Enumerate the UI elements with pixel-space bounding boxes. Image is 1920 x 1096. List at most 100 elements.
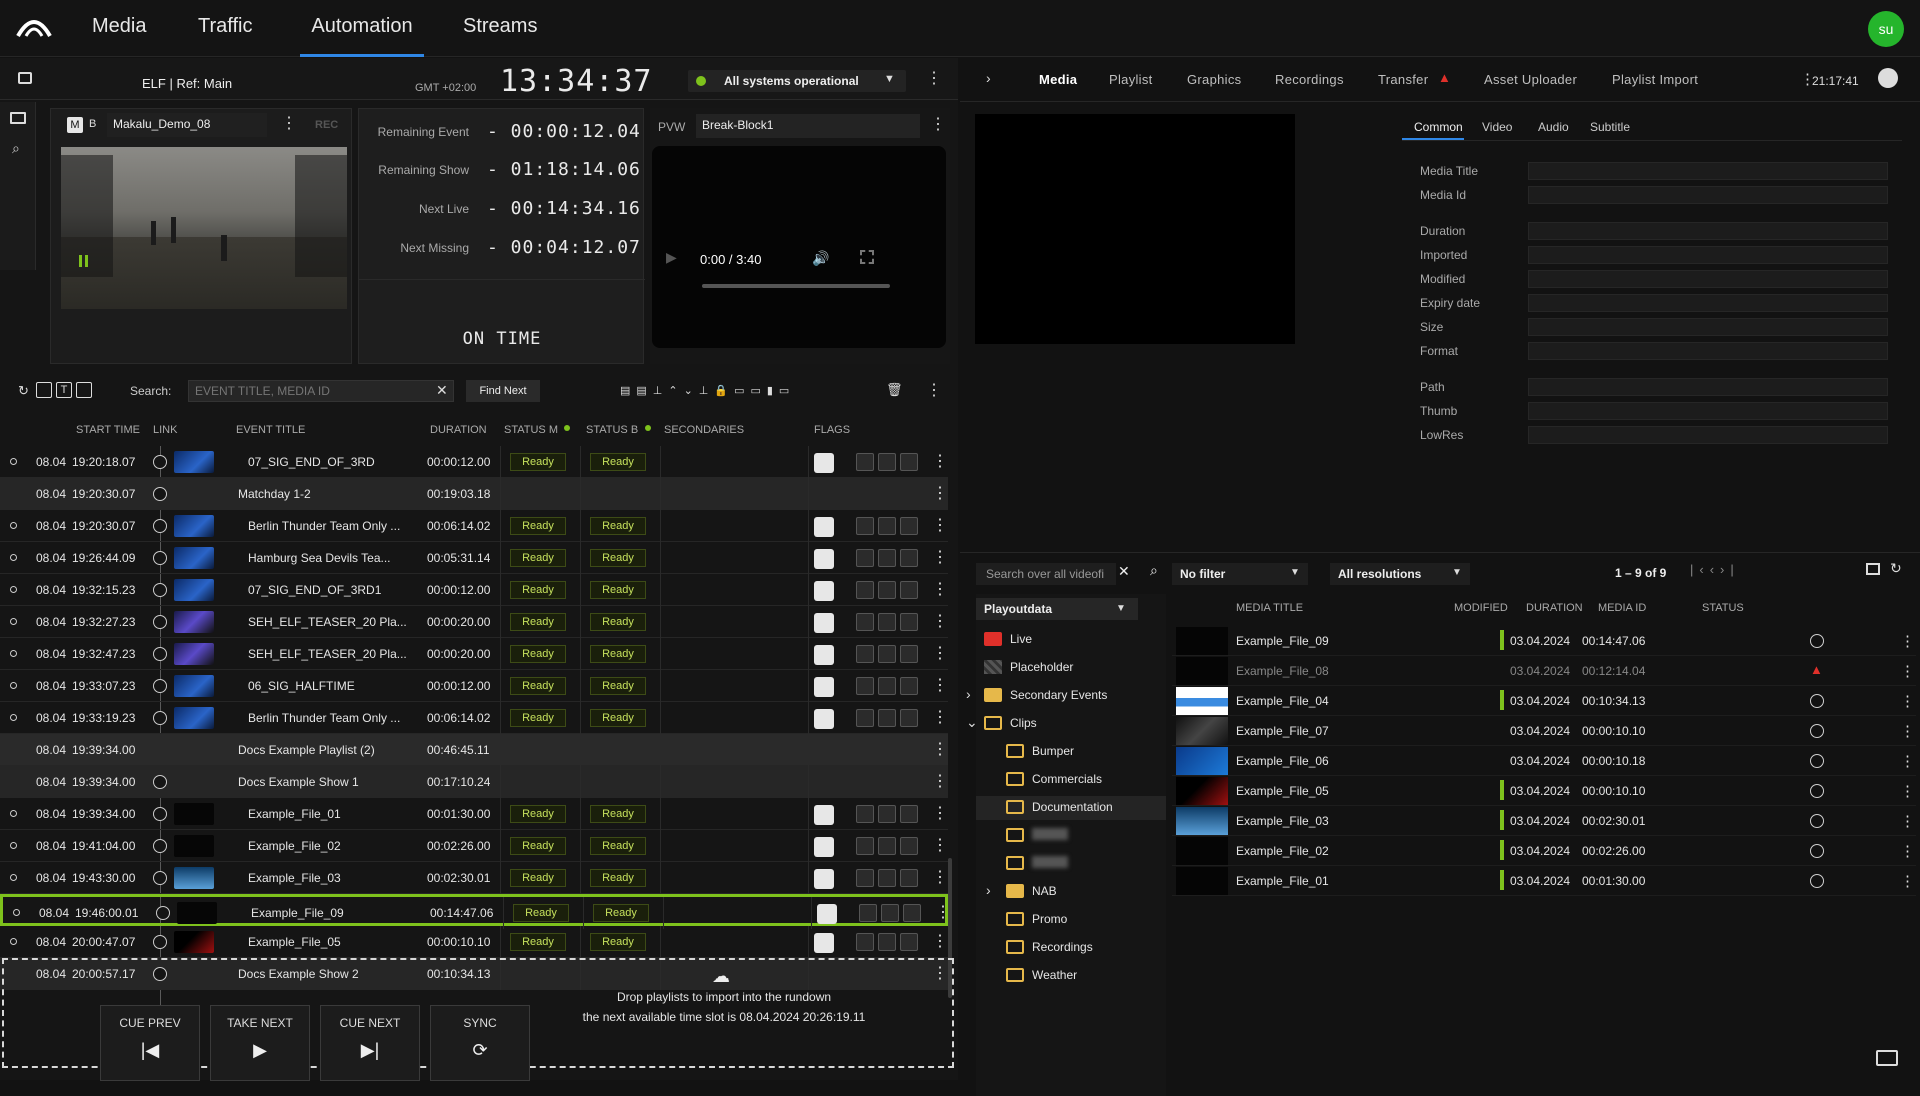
col-status[interactable]: STATUS	[1702, 602, 1744, 614]
search-icon[interactable]: ⌕	[12, 140, 20, 157]
row-menu-icon[interactable]: ⋮	[932, 638, 948, 670]
pager-nav-icons[interactable]: |‹‹›|	[1690, 562, 1740, 577]
loop-flag-icon[interactable]	[856, 613, 874, 631]
control-button-take-next[interactable]: TAKE NEXT ▶	[210, 1005, 310, 1081]
tree-item-hidden[interactable]	[976, 824, 1166, 848]
mute-flag-icon[interactable]	[900, 517, 918, 535]
comment-flag-icon[interactable]	[814, 677, 834, 697]
rundown-row[interactable]: 08.04 19:43:30.00 Example_File_03 00:02:30.…	[0, 862, 948, 894]
find-next-button[interactable]: Find Next	[466, 380, 540, 402]
row-menu-icon[interactable]: ⋮	[932, 702, 948, 734]
split-flag-icon[interactable]	[878, 837, 896, 855]
row-menu-icon[interactable]: ⋮	[932, 446, 948, 478]
text-filter-icon[interactable]: T	[56, 382, 72, 398]
monitor-icon[interactable]	[10, 112, 26, 124]
meta-field-thumb[interactable]	[1528, 402, 1888, 420]
row-menu-icon[interactable]: ⋮	[932, 478, 948, 510]
rundown-row[interactable]: 08.04 19:32:15.23 07_SIG_END_OF_3RD1 00:00:…	[0, 574, 948, 606]
split-flag-icon[interactable]	[878, 677, 896, 695]
tree-item-bumper[interactable]: Bumper	[976, 740, 1166, 764]
mute-flag-icon[interactable]	[900, 933, 918, 951]
media-row[interactable]: Example_File_09 03.04.2024 00:14:47.06 ⋮	[1172, 626, 1916, 656]
loop-flag-icon[interactable]	[856, 677, 874, 695]
row-menu-icon[interactable]: ⋮	[932, 798, 948, 830]
pvw-menu-icon[interactable]: ⋮	[930, 114, 946, 134]
rundown-row[interactable]: 08.04 19:39:34.00 Docs Example Show 1 00:17…	[0, 766, 948, 798]
chat-icon[interactable]	[1876, 1050, 1898, 1066]
media-search-icon[interactable]: ⌕	[1150, 562, 1158, 579]
refresh-icon[interactable]: ↻	[18, 383, 29, 399]
link-node-icon[interactable]	[153, 807, 167, 821]
meta-tab-audio[interactable]: Audio	[1538, 120, 1569, 134]
row-menu-icon[interactable]: ⋮	[932, 574, 948, 606]
rundown-row[interactable]: 08.04 19:33:07.23 06_SIG_HALFTIME 00:00:12.…	[0, 670, 948, 702]
loop-flag-icon[interactable]	[856, 837, 874, 855]
tab-asset-uploader[interactable]: Asset Uploader	[1484, 72, 1577, 87]
rundown-row[interactable]: 08.04 19:39:34.00 Example_File_01 00:01:30.…	[0, 798, 948, 830]
meta-tab-common[interactable]: Common	[1414, 120, 1463, 134]
media-row-menu-icon[interactable]: ⋮	[1900, 662, 1915, 680]
tab-playlist-import[interactable]: Playlist Import	[1612, 72, 1698, 87]
link-node-icon[interactable]	[153, 935, 167, 949]
split-flag-icon[interactable]	[878, 805, 896, 823]
comment-flag-icon[interactable]	[814, 517, 834, 537]
expand-icon[interactable]: ›	[966, 686, 971, 702]
mute-flag-icon[interactable]	[900, 805, 918, 823]
link-node-icon[interactable]	[153, 679, 167, 693]
media-row[interactable]: Example_File_04 03.04.2024 00:10:34.13 ⋮	[1172, 686, 1916, 716]
media-row[interactable]: Example_File_01 03.04.2024 00:01:30.00 ⋮	[1172, 866, 1916, 896]
link-node-icon[interactable]	[153, 487, 167, 501]
rundown-row[interactable]: 08.04 19:46:00.01 Example_File_09 00:14:47.…	[0, 894, 951, 929]
media-row-menu-icon[interactable]: ⋮	[1900, 722, 1915, 740]
link-node-icon[interactable]	[153, 551, 167, 565]
row-menu-icon[interactable]: ⋮	[932, 830, 948, 862]
loop-flag-icon[interactable]	[856, 709, 874, 727]
row-menu-icon[interactable]: ⋮	[932, 606, 948, 638]
link-node-icon[interactable]	[153, 711, 167, 725]
media-row-menu-icon[interactable]: ⋮	[1900, 632, 1915, 650]
link-node-icon[interactable]	[153, 871, 167, 885]
rundown-row[interactable]: 08.04 20:00:47.07 Example_File_05 00:00:10.…	[0, 926, 948, 958]
user-avatar[interactable]: su	[1868, 11, 1904, 47]
row-menu-icon[interactable]: ⋮	[932, 510, 948, 542]
split-flag-icon[interactable]	[878, 581, 896, 599]
tree-item-documentation[interactable]: Documentation	[976, 796, 1166, 820]
loop-flag-icon[interactable]	[856, 581, 874, 599]
nav-tab-streams[interactable]: Streams	[463, 15, 537, 57]
filter-dropdown[interactable]: No filter ▼	[1172, 563, 1308, 585]
rundown-search-input[interactable]	[188, 380, 454, 402]
rundown-row[interactable]: 08.04 19:20:30.07 Matchday 1-2 00:19:03.18 ⋮	[0, 478, 948, 510]
tree-item-secondary-events[interactable]: › Secondary Events	[966, 684, 1166, 708]
col-start-time[interactable]: START TIME	[76, 424, 140, 436]
tree-item-placeholder[interactable]: Placeholder	[976, 656, 1166, 680]
status-menu-icon[interactable]: ⋮	[926, 68, 942, 88]
col-event-title[interactable]: EVENT TITLE	[236, 424, 305, 436]
split-flag-icon[interactable]	[878, 645, 896, 663]
meta-field-imported[interactable]	[1528, 246, 1888, 264]
media-row-menu-icon[interactable]: ⋮	[1900, 782, 1915, 800]
media-preview-player[interactable]	[975, 114, 1295, 344]
row-menu-icon[interactable]: ⋮	[932, 862, 948, 894]
account-icon[interactable]	[1878, 68, 1898, 88]
meta-field-modified[interactable]	[1528, 270, 1888, 288]
rundown-row[interactable]: 08.04 19:33:19.23 Berlin Thunder Team Only…	[0, 702, 948, 734]
meta-field-lowres[interactable]	[1528, 426, 1888, 444]
link-node-icon[interactable]	[153, 519, 167, 533]
comment-flag-icon[interactable]	[814, 453, 834, 473]
meta-field-media-id[interactable]	[1528, 186, 1888, 204]
tab-playlist[interactable]: Playlist	[1109, 72, 1153, 87]
link-node-icon[interactable]	[153, 615, 167, 629]
toolbar-menu-icon[interactable]: ⋮	[926, 380, 942, 400]
media-row[interactable]: Example_File_02 03.04.2024 00:02:26.00 ⋮	[1172, 836, 1916, 866]
clear-search-icon[interactable]: ✕	[436, 382, 448, 399]
rundown-row[interactable]: 08.04 19:26:44.09 Hamburg Sea Devils Tea..…	[0, 542, 948, 574]
row-menu-icon[interactable]: ⋮	[932, 670, 948, 702]
row-menu-icon[interactable]: ⋮	[932, 734, 948, 766]
clip-menu-icon[interactable]: ⋮	[281, 113, 297, 133]
volume-icon[interactable]: 🔊	[812, 250, 829, 267]
loop-flag-icon[interactable]	[859, 904, 877, 922]
rundown-row[interactable]: 08.04 19:32:27.23 SEH_ELF_TEASER_20 Pla...…	[0, 606, 948, 638]
mute-flag-icon[interactable]	[900, 613, 918, 631]
split-flag-icon[interactable]	[878, 453, 896, 471]
meta-tab-subtitle[interactable]: Subtitle	[1590, 120, 1630, 134]
